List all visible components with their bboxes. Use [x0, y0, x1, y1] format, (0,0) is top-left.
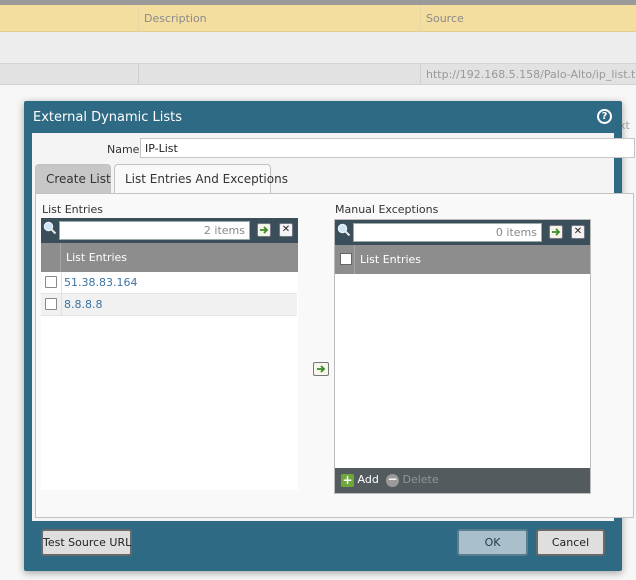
search-input[interactable]: 2 items: [59, 221, 250, 240]
grid-header: List Entries: [335, 245, 590, 274]
close-icon: ✕: [281, 224, 291, 235]
tab-list-entries-and-exceptions[interactable]: List Entries And Exceptions: [114, 164, 288, 194]
header-checkbox-cell: [41, 243, 61, 272]
table-header: Description Source: [0, 5, 636, 32]
header-checkbox-cell: [335, 245, 355, 274]
list-entry-value[interactable]: 8.8.8.8: [64, 298, 102, 311]
apply-filter-button[interactable]: [257, 223, 271, 237]
arrow-right-icon: [317, 365, 326, 373]
delete-label: Delete: [402, 473, 439, 486]
grid-footer: + Add − Delete: [335, 468, 590, 493]
list-entries-grid: 2 items ✕ List Entries 51.38.83.164 8.8.…: [41, 218, 298, 490]
tab-content: List Entries 2 items ✕ List Entries 51.3…: [35, 193, 634, 518]
search-icon: [337, 223, 351, 237]
dialog-body: Name Create List List Entries And Except…: [32, 133, 635, 521]
cell-separator: [138, 64, 139, 86]
cancel-button[interactable]: Cancel: [536, 529, 605, 556]
help-icon[interactable]: ?: [597, 109, 612, 124]
name-label: Name: [107, 143, 140, 156]
column-description[interactable]: Description: [144, 12, 207, 25]
tab-create-list[interactable]: Create List: [35, 164, 111, 193]
search-input[interactable]: 0 items: [353, 223, 542, 242]
search-count: 0 items: [495, 226, 537, 239]
grid-header: List Entries: [41, 243, 298, 272]
arrow-right-icon: [552, 228, 561, 236]
manual-exceptions-grid: 0 items ✕ List Entries + Add − Delete: [334, 219, 591, 494]
table-row: [0, 32, 636, 63]
column-separator: [138, 5, 139, 32]
clear-filter-button[interactable]: ✕: [279, 223, 293, 237]
clear-filter-button[interactable]: ✕: [571, 225, 585, 239]
table-row[interactable]: http://192.168.5.158/Palo-Alto/ip_list.t…: [0, 63, 636, 86]
tab-label: Create List: [46, 172, 111, 186]
list-entry-value[interactable]: 51.38.83.164: [64, 276, 137, 289]
apply-filter-button[interactable]: [549, 225, 563, 239]
search-icon: [43, 221, 57, 235]
arrow-right-icon: [260, 226, 269, 234]
close-icon: ✕: [573, 226, 583, 237]
external-dynamic-lists-dialog: External Dynamic Lists ? Name Create Lis…: [24, 101, 635, 571]
grid-toolbar: 0 items ✕: [335, 220, 590, 245]
manual-exceptions-label: Manual Exceptions: [335, 203, 439, 216]
move-to-exceptions-button[interactable]: [313, 362, 329, 376]
test-source-url-button[interactable]: Test Source URL: [41, 529, 132, 556]
cell-separator: [61, 294, 62, 316]
select-all-checkbox[interactable]: [340, 253, 352, 265]
source-url-cell: http://192.168.5.158/Palo-Alto/ip_list.t…: [426, 68, 636, 81]
add-icon: +: [341, 472, 354, 487]
tab-label: List Entries And Exceptions: [125, 172, 288, 186]
add-button[interactable]: + Add: [341, 473, 379, 487]
dialog-title: External Dynamic Lists: [33, 110, 183, 125]
column-separator: [420, 5, 421, 32]
ok-button[interactable]: OK: [457, 529, 528, 556]
search-count: 2 items: [203, 224, 245, 237]
column-list-entries[interactable]: List Entries: [66, 251, 127, 264]
list-entries-label: List Entries: [42, 203, 104, 216]
delete-button[interactable]: − Delete: [386, 473, 439, 487]
grid-toolbar: 2 items ✕: [41, 218, 298, 243]
cell-separator: [61, 272, 62, 294]
column-list-entries[interactable]: List Entries: [360, 253, 421, 266]
row-checkbox[interactable]: [45, 298, 57, 310]
table-row[interactable]: 51.38.83.164: [41, 272, 297, 294]
name-input[interactable]: [140, 138, 635, 158]
cell-separator: [420, 64, 421, 86]
add-label: Add: [357, 473, 379, 486]
delete-icon: −: [386, 471, 399, 487]
column-source[interactable]: Source: [426, 12, 464, 25]
row-checkbox[interactable]: [45, 276, 57, 288]
table-row[interactable]: 8.8.8.8: [41, 294, 297, 316]
